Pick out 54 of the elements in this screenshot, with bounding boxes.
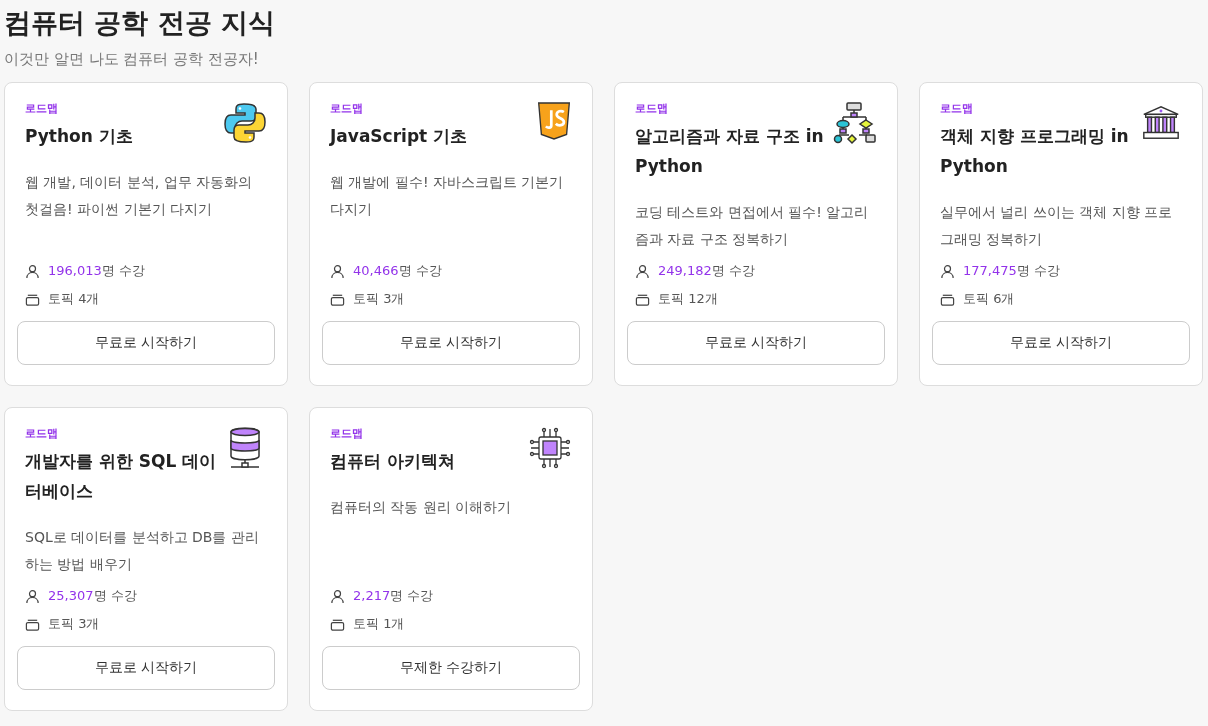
course-card[interactable]: 로드맵 컴퓨터 아키텍쳐 컴퓨터의 작동 원리 이해하기 2,217명 수강 토픽 1개 무제한 수강하기: [309, 407, 593, 711]
course-card[interactable]: 로드맵 Python 기초 웹 개발, 데이터 분석, 업무 자동화의 첫걸음! 파이썬 기본기 다지기 196,013명 수강 토픽 4개 무료로 시작하기: [4, 82, 288, 386]
course-description: 컴퓨터의 작동 원리 이해하기: [329, 498, 513, 517]
topic-count: 토픽 3개: [48, 615, 100, 633]
person-icon: [25, 588, 40, 604]
course-title: Python 기초: [25, 125, 133, 148]
start-button[interactable]: 무료로 시작하기: [627, 321, 885, 365]
person-icon: [330, 588, 345, 604]
page-title: 컴퓨터 공학 전공 지식: [4, 6, 277, 40]
course-title: 알고리즘과 자료 구조 in Python: [635, 125, 825, 178]
roadmap-label: 로드맵: [25, 426, 59, 442]
topic-count: 토픽 12개: [658, 290, 718, 308]
learner-count: 196,013명 수강: [48, 262, 145, 280]
topic-count: 토픽 4개: [48, 290, 100, 308]
person-icon: [330, 263, 345, 279]
page-subtitle: 이것만 알면 나도 컴퓨터 공학 전공자!: [4, 49, 260, 70]
course-title: JavaScript 기초: [330, 125, 468, 148]
learner-count: 40,466명 수강: [353, 262, 442, 280]
learner-count: 2,217명 수강: [353, 587, 434, 605]
learner-count: 177,475명 수강: [963, 262, 1060, 280]
start-button[interactable]: 무료로 시작하기: [932, 321, 1190, 365]
roadmap-label: 로드맵: [330, 426, 364, 442]
start-button[interactable]: 무료로 시작하기: [17, 646, 275, 690]
roadmap-label: 로드맵: [330, 101, 364, 117]
course-description: 웹 개발, 데이터 분석, 업무 자동화의 첫걸음! 파이썬 기본기 다지기: [24, 173, 254, 219]
flowchart-icon: [833, 101, 877, 145]
course-card[interactable]: 로드맵 JavaScript 기초 웹 개발에 필수! 자바스크립트 기본기 다지기 40,466명 수강 토픽 3개 무료로 시작하기: [309, 82, 593, 386]
topic-count: 토픽 3개: [353, 290, 405, 308]
topic-count: 토픽 1개: [353, 615, 405, 633]
person-icon: [25, 263, 40, 279]
start-button[interactable]: 무료로 시작하기: [322, 321, 580, 365]
course-title: 개발자를 위한 SQL 데이터베이스: [25, 450, 218, 503]
start-button[interactable]: 무료로 시작하기: [17, 321, 275, 365]
course-description: SQL로 데이터를 분석하고 DB를 관리하는 방법 배우기: [24, 528, 260, 574]
learner-count: 249,182명 수강: [658, 262, 755, 280]
javascript-shield-icon: [536, 101, 572, 141]
person-icon: [940, 263, 955, 279]
roadmap-label: 로드맵: [635, 101, 669, 117]
course-card[interactable]: 로드맵 개발자를 위한 SQL 데이터베이스 SQL로 데이터를 분석하고 DB를 관리하는 방법 배우기 25,307명 수강 토픽 3개 무료로 시작하기: [4, 407, 288, 711]
microchip-icon: [528, 426, 572, 470]
start-button[interactable]: 무제한 수강하기: [322, 646, 580, 690]
topic-count: 토픽 6개: [963, 290, 1015, 308]
course-description: 코딩 테스트와 면접에서 필수! 알고리즘과 자료 구조 정복하기: [634, 203, 870, 249]
learner-count: 25,307명 수강: [48, 587, 137, 605]
course-card[interactable]: 로드맵 객체 지향 프로그래밍 in Python 실무에서 널리 쓰이는 객체 지향 프로그래밍 정복하기 177,475명 수강 토픽 6개 무료로 시작하기: [919, 82, 1203, 386]
course-description: 실무에서 널리 쓰이는 객체 지향 프로그래밍 정복하기: [939, 203, 1174, 249]
course-card[interactable]: 로드맵 알고리즘과 자료 구조 in Python 코딩 테스트와 면접에서 필수! 알고리즘과 자료 구조 정복하기 249,182명 수강 토픽 12개 무료로 시작하기: [614, 82, 898, 386]
course-description: 웹 개발에 필수! 자바스크립트 기본기 다지기: [329, 173, 565, 219]
python-logo-icon: [223, 101, 267, 145]
roadmap-label: 로드맵: [940, 101, 974, 117]
person-icon: [635, 263, 650, 279]
roadmap-label: 로드맵: [25, 101, 59, 117]
course-title: 객체 지향 프로그래밍 in Python: [940, 125, 1130, 178]
course-title: 컴퓨터 아키텍쳐: [330, 450, 455, 473]
